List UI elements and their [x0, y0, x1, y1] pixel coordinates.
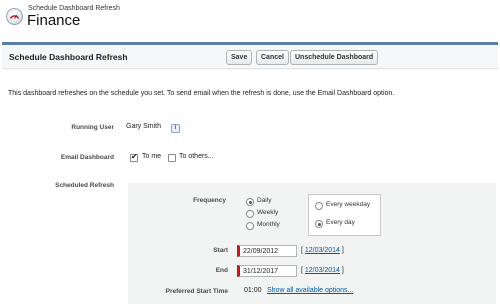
info-icon[interactable]: i	[171, 124, 180, 133]
end-label: End	[215, 267, 228, 274]
preferred-start-time-label: Preferred Start Time	[165, 288, 228, 295]
frequency-monthly-radio[interactable]	[246, 222, 254, 230]
every-day-label: Every day	[326, 219, 355, 226]
end-today-link-wrap: [ 12/03/2014 ]	[301, 267, 344, 274]
schedule-panel: Schedule Dashboard Refresh Save Cancel U…	[2, 42, 498, 304]
to-me-label: To me	[142, 153, 162, 160]
every-day-radio[interactable]	[315, 220, 323, 228]
frequency-daily-label: Daily	[257, 197, 272, 204]
frequency-daily-radio[interactable]	[246, 198, 254, 206]
unschedule-dashboard-button[interactable]: Unschedule Dashboard	[290, 50, 379, 65]
dashboard-icon	[6, 8, 23, 25]
description-text: This dashboard refreshes on the schedule…	[8, 90, 395, 97]
page-subtitle: Schedule Dashboard Refresh	[28, 5, 120, 12]
scheduled-refresh-label: Scheduled Refresh	[55, 182, 114, 189]
panel-header: Schedule Dashboard Refresh Save Cancel U…	[2, 45, 498, 69]
cancel-button[interactable]: Cancel	[256, 50, 289, 65]
start-today-link[interactable]: 12/03/2014	[305, 247, 340, 254]
running-user-label: Running User	[71, 124, 114, 131]
frequency-weekly-label: Weekly	[257, 209, 279, 216]
start-label: Start	[213, 247, 228, 254]
to-others-label: To others...	[179, 153, 214, 160]
frequency-label: Frequency	[193, 197, 226, 204]
show-all-options-link[interactable]: Show all available options...	[267, 287, 353, 294]
start-date-input[interactable]	[237, 245, 297, 257]
page-title: Finance	[27, 12, 81, 29]
to-others-checkbox[interactable]	[168, 154, 176, 162]
end-today-link[interactable]: 12/03/2014	[305, 267, 340, 274]
end-date-input[interactable]	[237, 265, 297, 277]
save-button[interactable]: Save	[226, 50, 253, 65]
panel-body: This dashboard refreshes on the schedule…	[2, 70, 498, 304]
every-weekday-radio[interactable]	[315, 202, 323, 210]
frequency-weekly-radio[interactable]	[246, 210, 254, 218]
preferred-start-time-value: 01:00	[244, 287, 262, 294]
every-weekday-label: Every weekday	[326, 201, 371, 208]
page-header: Schedule Dashboard Refresh Finance	[0, 0, 500, 36]
email-dashboard-label: Email Dashboard	[60, 154, 114, 161]
panel-title: Schedule Dashboard Refresh	[9, 52, 128, 62]
to-me-checkbox[interactable]	[130, 152, 138, 162]
start-today-link-wrap: [ 12/03/2014 ]	[301, 247, 344, 254]
frequency-monthly-label: Monthly	[257, 221, 280, 228]
running-user-value: Gary Smith	[126, 123, 162, 130]
